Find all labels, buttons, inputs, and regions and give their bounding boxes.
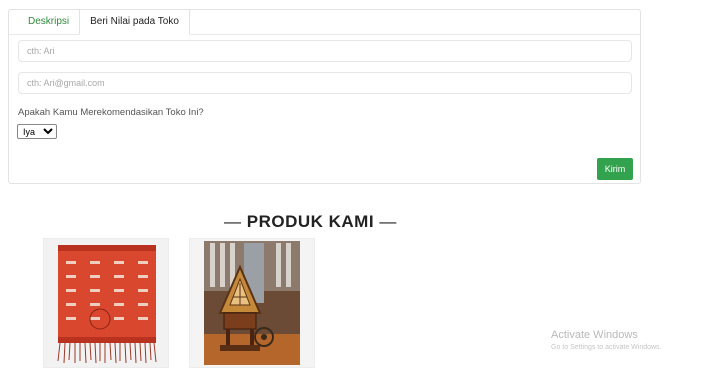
- name-input[interactable]: [18, 40, 632, 62]
- submit-button[interactable]: Kirim: [597, 158, 633, 180]
- product-card-2[interactable]: [189, 238, 315, 368]
- email-input[interactable]: [18, 72, 632, 94]
- section-title-text: PRODUK KAMI: [246, 212, 375, 231]
- tab-beri-nilai[interactable]: Beri Nilai pada Toko: [79, 10, 190, 35]
- red-ulos-textile-photo[interactable]: [44, 239, 168, 367]
- tab-deskripsi[interactable]: Deskripsi: [18, 10, 79, 34]
- product-card-1[interactable]: [43, 238, 169, 368]
- tab-bar: Deskripsi Beri Nilai pada Toko: [18, 10, 190, 35]
- title-dash-right: —: [379, 212, 397, 231]
- section-title: — PRODUK KAMI —: [224, 212, 397, 232]
- watermark-subtitle: Go to Settings to activate Windows.: [551, 344, 662, 351]
- recommend-select[interactable]: Iya: [17, 124, 57, 139]
- activate-windows-watermark: Activate Windows Go to Settings to activ…: [551, 329, 662, 351]
- batak-house-miniature-photo[interactable]: [190, 239, 314, 367]
- watermark-title: Activate Windows: [551, 329, 638, 341]
- title-dash-left: —: [224, 212, 242, 231]
- review-panel: Deskripsi Beri Nilai pada Toko Apakah Ka…: [8, 9, 641, 184]
- recommend-question: Apakah Kamu Merekomendasikan Toko Ini?: [18, 107, 204, 118]
